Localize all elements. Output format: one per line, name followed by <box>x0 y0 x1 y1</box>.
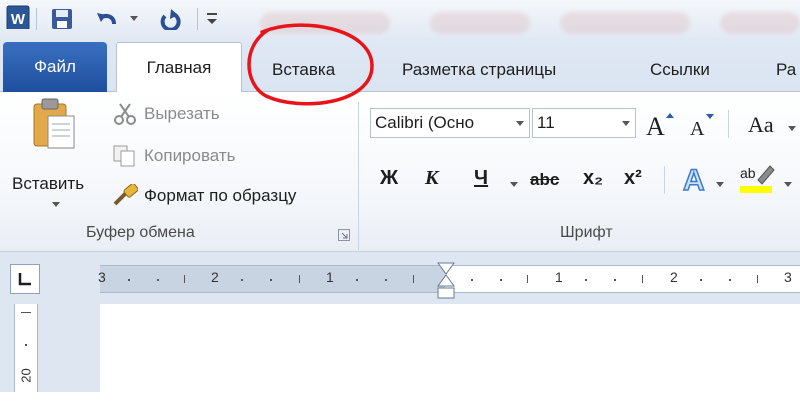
shrink-font-icon[interactable]: A <box>688 110 718 140</box>
font-size-combo[interactable]: 11 <box>532 108 636 138</box>
clipboard-group-label: Буфер обмена <box>86 224 195 241</box>
tab-references[interactable]: Ссылки <box>650 60 710 80</box>
format-painter-icon <box>113 184 138 206</box>
font-separator <box>728 110 729 138</box>
document-page[interactable] <box>100 304 800 392</box>
blurred-title-area <box>560 12 690 34</box>
vertical-ruler[interactable]: 20 <box>14 304 38 392</box>
ruler-number: 2 <box>211 269 219 285</box>
save-icon[interactable] <box>50 7 74 31</box>
font-name-combo[interactable]: Calibri (Осно <box>370 108 530 138</box>
tab-home[interactable]: Главная <box>116 42 242 93</box>
italic-button[interactable]: К <box>425 167 439 190</box>
change-case-button[interactable]: Aa <box>748 112 774 138</box>
format-painter-label: Формат по образцу <box>144 186 297 205</box>
font-name-value: Calibri (Осно <box>375 113 475 132</box>
underline-button[interactable]: Ч <box>474 167 488 190</box>
strikethrough-button[interactable]: abc <box>530 170 559 190</box>
copy-label: Копировать <box>144 146 236 165</box>
undo-dropdown-icon[interactable] <box>130 16 138 21</box>
ruler-number: 3 <box>98 269 106 285</box>
left-tab-icon <box>18 273 31 286</box>
change-case-dropdown-icon[interactable] <box>788 126 796 131</box>
tab-insert[interactable]: Вставка <box>272 60 335 80</box>
word-window: W Вставка Разметка страницы Ссылки Ра Фа… <box>0 0 800 411</box>
scissors-icon <box>114 103 136 125</box>
customize-qat-icon[interactable] <box>204 8 220 32</box>
copy-button[interactable]: Копировать <box>112 144 236 168</box>
blurred-title-area <box>260 12 390 34</box>
highlight-dropdown-icon[interactable] <box>784 182 792 187</box>
underline-dropdown-icon[interactable] <box>510 182 518 187</box>
tab-page-layout[interactable]: Разметка страницы <box>402 60 556 80</box>
vertical-ruler-number: 20 <box>18 368 34 383</box>
paste-label: Вставить <box>12 174 85 193</box>
title-bar: W <box>0 0 800 38</box>
bold-button[interactable]: Ж <box>380 167 398 190</box>
copy-icon <box>113 145 135 167</box>
chevron-down-icon <box>516 121 524 126</box>
ruler-number: 3 <box>784 269 792 285</box>
cut-label: Вырезать <box>144 104 220 123</box>
group-separator <box>358 102 359 250</box>
font-separator <box>664 166 665 194</box>
ruler-number: 1 <box>555 269 563 285</box>
bottom-strip <box>0 392 800 411</box>
blurred-title-area <box>720 12 800 34</box>
tab-stop-selector[interactable] <box>10 264 40 294</box>
word-logo-icon[interactable]: W <box>6 5 30 29</box>
svg-text:A: A <box>690 118 705 140</box>
paste-button[interactable]: Вставить <box>8 96 106 207</box>
qat-separator <box>36 8 37 30</box>
cut-button[interactable]: Вырезать <box>112 102 220 126</box>
dialog-launcher-icon[interactable] <box>338 229 350 241</box>
subscript-button[interactable]: x₂ <box>583 167 603 190</box>
svg-text:A: A <box>646 112 665 140</box>
superscript-button[interactable]: x² <box>624 167 642 190</box>
grow-font-icon[interactable]: A <box>644 110 676 140</box>
chevron-down-icon <box>622 121 630 126</box>
text-effects-icon[interactable]: A <box>680 162 714 196</box>
font-size-value: 11 <box>537 113 555 132</box>
undo-icon[interactable] <box>94 6 120 30</box>
ruler-number: 1 <box>326 269 334 285</box>
tab-file[interactable]: Файл <box>3 42 107 92</box>
format-painter-button[interactable]: Формат по образцу <box>112 184 296 208</box>
ruler-number: 2 <box>670 269 678 285</box>
font-group-label: Шрифт <box>560 224 613 241</box>
paste-dropdown-icon[interactable] <box>52 202 60 207</box>
blurred-title-area <box>430 12 530 34</box>
ribbon-home: Вставить Вырезать Копировать Формат по о… <box>0 92 800 252</box>
svg-text:A: A <box>683 164 705 196</box>
qat-separator <box>197 8 198 30</box>
redo-icon[interactable] <box>158 6 184 30</box>
highlight-color-icon[interactable]: ab <box>738 162 776 196</box>
svg-text:ab: ab <box>740 165 756 181</box>
clipboard-paste-icon <box>33 98 75 149</box>
tab-cut-off[interactable]: Ра <box>776 60 796 80</box>
indent-marker-icon[interactable] <box>436 262 456 302</box>
text-effects-dropdown-icon[interactable] <box>716 182 724 187</box>
svg-text:W: W <box>11 11 26 28</box>
ruler-margin-area <box>100 265 445 293</box>
